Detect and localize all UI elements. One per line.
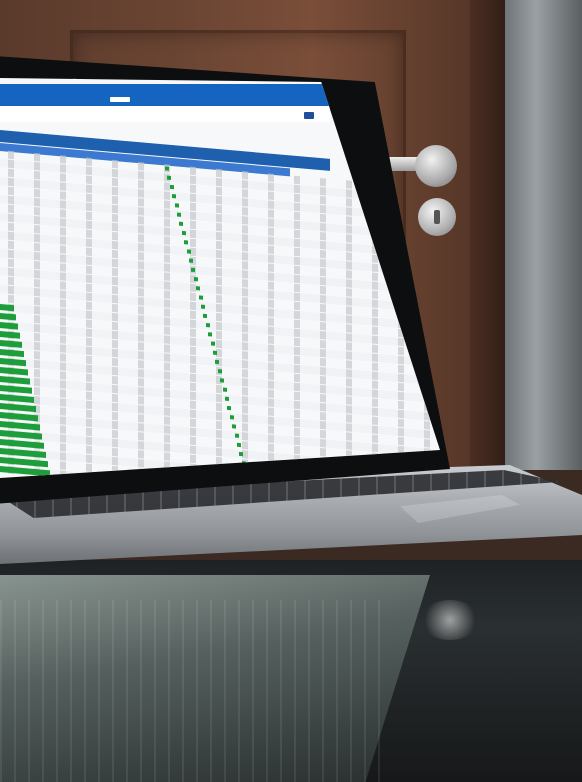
status-dot (239, 451, 244, 457)
search-input[interactable] (110, 97, 130, 102)
status-dot (229, 415, 234, 420)
status-dot (217, 369, 222, 374)
status-dot (172, 194, 177, 199)
status-dot (184, 240, 189, 245)
door-edge (470, 0, 510, 470)
status-dot (227, 405, 232, 411)
wall (505, 0, 582, 470)
door-lock-slot (434, 210, 440, 224)
status-bar (0, 304, 14, 312)
reflection-texture (0, 600, 380, 782)
status-dot (203, 313, 208, 319)
status-dot (165, 166, 169, 171)
status-dot (232, 424, 237, 429)
status-dot (191, 267, 196, 273)
status-dot (222, 387, 227, 392)
status-dot (237, 442, 241, 448)
status-dot (215, 359, 220, 365)
photo-scene (0, 0, 582, 782)
status-dot (220, 378, 225, 383)
status-dot (213, 350, 217, 355)
status-dot (169, 184, 174, 190)
toolbar (0, 106, 330, 122)
status-dot (186, 249, 191, 254)
status-dot (205, 323, 210, 328)
status-dot (179, 221, 184, 227)
door-handle-rose (415, 145, 457, 187)
status-dot (234, 433, 239, 438)
status-dot (167, 175, 172, 180)
status-dot (208, 332, 213, 337)
status-dot (193, 276, 198, 282)
status-dot (198, 295, 203, 300)
status-bar (0, 313, 16, 321)
app-header (0, 84, 330, 106)
status-dot (174, 203, 179, 208)
status-dot (225, 396, 229, 402)
status-dot (181, 230, 186, 236)
status-dot (189, 258, 193, 263)
status-dot (196, 286, 201, 291)
status-dot (177, 212, 181, 217)
handle-reflection (420, 600, 480, 640)
hamburger-menu-icon[interactable] (304, 112, 314, 119)
status-dot (201, 304, 205, 309)
status-dot (210, 341, 215, 346)
